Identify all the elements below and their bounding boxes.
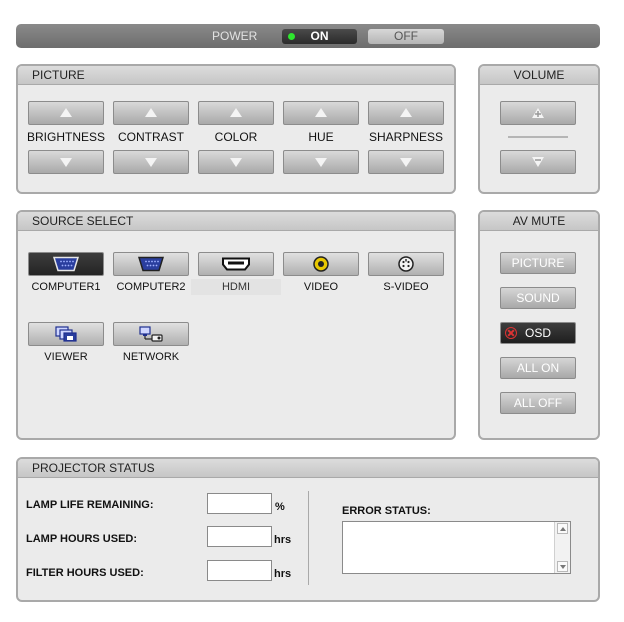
lamp-hours-label: LAMP HOURS USED: (26, 533, 138, 545)
mute-active-icon (505, 327, 517, 339)
triangle-up-icon (400, 108, 412, 118)
error-status-label: ERROR STATUS: (342, 505, 431, 517)
brightness-label: BRIGHTNESS (26, 130, 105, 144)
status-divider (308, 491, 309, 585)
brightness-up-button[interactable] (28, 101, 104, 125)
source-svideo-button[interactable] (368, 252, 444, 276)
source-viewer-button[interactable] (28, 322, 104, 346)
source-video-label: VIDEO (303, 281, 339, 293)
source-computer1-button[interactable] (28, 252, 104, 276)
projector-status-panel: PROJECTOR STATUS LAMP LIFE REMAINING: % … (16, 457, 600, 602)
source-computer1-label: COMPUTER1 (31, 281, 101, 293)
mute-sound-label: SOUND (516, 291, 560, 305)
triangle-down-icon (60, 157, 72, 167)
source-computer2-button[interactable] (113, 252, 189, 276)
power-off-button[interactable]: OFF (368, 29, 444, 44)
contrast-down-button[interactable] (113, 150, 189, 174)
lamp-life-unit: % (275, 501, 285, 513)
av-mute-panel: AV MUTE PICTURE SOUND OSD ALL ON ALL OFF (478, 210, 600, 440)
hdmi-connector-icon (222, 257, 250, 271)
volume-panel: VOLUME (478, 64, 600, 194)
error-status-scrollbar[interactable] (554, 522, 570, 573)
sharpness-label: SHARPNESS (368, 130, 444, 144)
mute-osd-label: OSD (524, 326, 551, 340)
svideo-connector-icon (398, 256, 414, 272)
source-video-button[interactable] (283, 252, 359, 276)
color-down-button[interactable] (198, 150, 274, 174)
mute-sound-button[interactable]: SOUND (500, 287, 576, 309)
filter-hours-field (207, 560, 272, 581)
picture-panel-title: PICTURE (18, 66, 454, 85)
mute-all-off-button[interactable]: ALL OFF (500, 392, 576, 414)
source-select-panel: SOURCE SELECT COMPUTER1 COMPUTER2 HDMI V… (16, 210, 456, 440)
source-network-button[interactable] (113, 322, 189, 346)
power-on-label: ON (310, 29, 329, 43)
hue-down-button[interactable] (283, 150, 359, 174)
triangle-up-icon (315, 108, 327, 118)
triangle-down-icon (145, 157, 157, 167)
contrast-up-button[interactable] (113, 101, 189, 125)
source-select-panel-title: SOURCE SELECT (18, 212, 454, 231)
triangle-up-icon (230, 108, 242, 118)
hue-up-button[interactable] (283, 101, 359, 125)
mute-picture-label: PICTURE (511, 256, 565, 270)
vga-connector-icon (53, 256, 79, 272)
scroll-up-icon[interactable] (557, 523, 568, 534)
mute-all-on-label: ALL ON (516, 361, 560, 375)
volume-divider (508, 136, 568, 138)
volume-down-icon (532, 157, 544, 167)
vga-connector-icon (138, 256, 164, 272)
source-network-label: NETWORK (122, 351, 180, 363)
source-hdmi-button[interactable] (198, 252, 274, 276)
contrast-label: CONTRAST (118, 130, 184, 144)
source-computer2-label: COMPUTER2 (116, 281, 186, 293)
mute-osd-button[interactable]: OSD (500, 322, 576, 344)
filter-hours-unit: hrs (274, 568, 292, 580)
picture-panel: PICTURE BRIGHTNESS CONTRAST COLOR HUE SHARPN… (16, 64, 456, 194)
power-on-button[interactable]: ON (282, 29, 357, 44)
lamp-hours-unit: hrs (274, 534, 292, 546)
filter-hours-label: FILTER HOURS USED: (26, 567, 144, 579)
lamp-life-field (207, 493, 272, 514)
mute-all-off-label: ALL OFF (513, 396, 563, 410)
power-off-label: OFF (394, 29, 418, 43)
triangle-down-icon (400, 157, 412, 167)
volume-up-button[interactable] (500, 101, 576, 125)
source-hdmi-label: HDMI (191, 279, 281, 295)
hue-label: HUE (308, 130, 334, 144)
viewer-icon (55, 326, 77, 342)
power-label: POWER (212, 29, 258, 43)
volume-panel-title: VOLUME (480, 66, 598, 85)
triangle-up-icon (60, 108, 72, 118)
triangle-down-icon (315, 157, 327, 167)
mute-picture-button[interactable]: PICTURE (500, 252, 576, 274)
brightness-down-button[interactable] (28, 150, 104, 174)
lamp-hours-field (207, 526, 272, 547)
sharpness-down-button[interactable] (368, 150, 444, 174)
rca-connector-icon (313, 256, 329, 272)
scroll-down-icon[interactable] (557, 561, 568, 572)
av-mute-panel-title: AV MUTE (480, 212, 598, 231)
power-bar: POWER ON OFF (16, 24, 600, 48)
volume-down-button[interactable] (500, 150, 576, 174)
mute-all-on-button[interactable]: ALL ON (500, 357, 576, 379)
volume-up-icon (532, 108, 544, 118)
source-svideo-label: S-VIDEO (383, 281, 429, 293)
triangle-up-icon (145, 108, 157, 118)
sharpness-up-button[interactable] (368, 101, 444, 125)
triangle-down-icon (230, 157, 242, 167)
lamp-life-label: LAMP LIFE REMAINING: (26, 499, 154, 511)
source-viewer-label: VIEWER (44, 351, 88, 363)
error-status-box (342, 521, 571, 574)
power-indicator-icon (288, 33, 295, 40)
color-label: COLOR (214, 130, 258, 144)
network-icon (139, 326, 163, 342)
color-up-button[interactable] (198, 101, 274, 125)
projector-status-title: PROJECTOR STATUS (18, 459, 598, 478)
